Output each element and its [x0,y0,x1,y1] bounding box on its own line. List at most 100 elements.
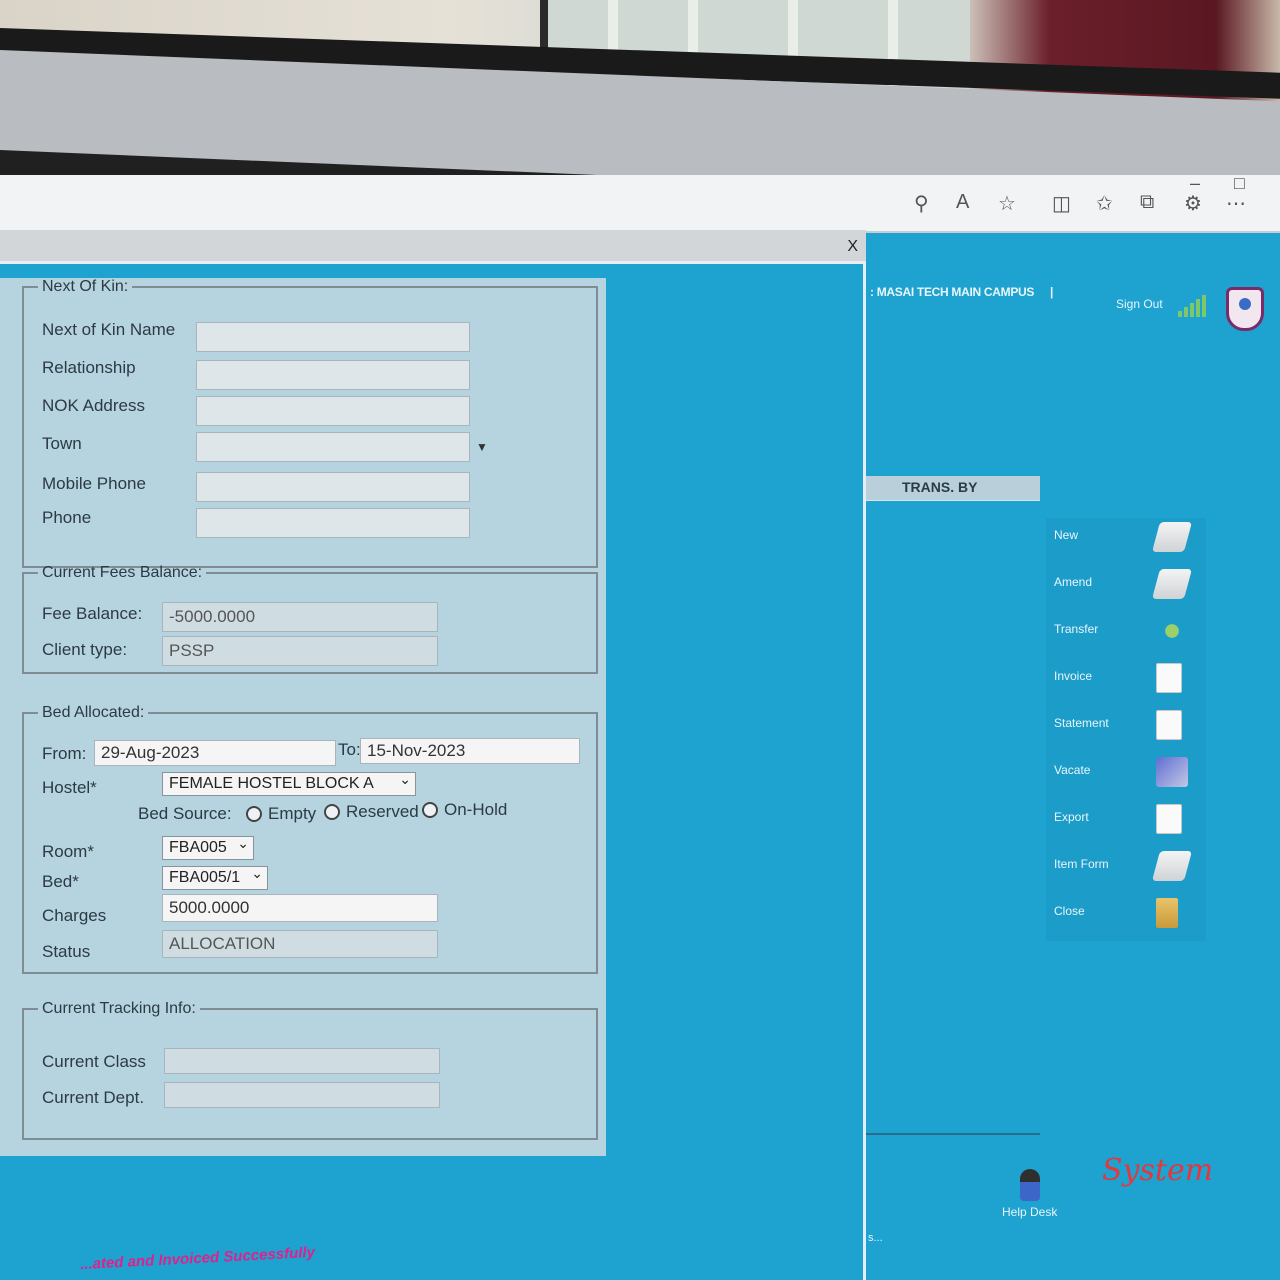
next-of-kin-group: Next Of Kin: Next of Kin Name Relationsh… [22,278,598,568]
relationship-input[interactable] [196,360,470,390]
action-label: Item Form [1054,857,1109,871]
institution-crest-icon [1226,287,1264,331]
document-icon [1156,804,1182,834]
from-date-input[interactable]: 29-Aug-2023 [94,740,336,766]
footer-fragment: s... [868,1232,883,1244]
status-label: Status [42,942,91,961]
action-statement-button[interactable]: Statement [1046,706,1206,753]
help-desk-label: Help Desk [1002,1205,1058,1219]
signal-icon [1178,295,1208,317]
split-screen-icon[interactable]: ◫ [1052,191,1071,216]
bed-source-empty-label: Empty [268,804,317,823]
nok-address-input[interactable] [196,396,470,426]
action-label: Export [1054,810,1089,824]
browser-toolbar: – □ ⚲ A ☆ ◫ ✩ ⧉ ⚙ ⋯ [0,173,1280,233]
app-side-area: : MASAI TECH MAIN CAMPUS | Sign Out TRAN… [866,233,1280,1280]
current-dept-label: Current Dept. [42,1088,145,1107]
room-label: Room* [42,842,94,861]
nok-address-label: NOK Address [42,396,145,415]
status-message: ...ated and Invoiced Successfully [79,1243,316,1274]
nok-name-label: Next of Kin Name [42,320,176,339]
action-amend-button[interactable]: Amend [1046,565,1206,612]
charges-input[interactable]: 5000.0000 [162,894,438,922]
fee-balance-label: Fee Balance: [42,604,143,623]
client-type-field: PSSP [162,636,438,666]
town-dropdown-arrow-icon[interactable]: ▼ [476,440,488,454]
current-dept-field [164,1082,440,1108]
computer-icon [1151,522,1193,552]
help-desk-icon [1019,1169,1040,1201]
bed-allocated-group: Bed Allocated: From: 29-Aug-2023 To: 15-… [22,704,598,974]
divider [866,500,1040,501]
radio-circle-icon [324,804,340,820]
bed-source-reserved-label: Reserved [346,802,419,821]
action-label: Statement [1054,716,1109,730]
phone-input[interactable] [196,508,470,538]
more-icon[interactable]: ⋯ [1226,191,1246,216]
divider [866,1133,1040,1135]
action-item-form-button[interactable]: Item Form [1046,847,1206,894]
action-new-button[interactable]: New [1046,518,1206,565]
screen: – □ ⚲ A ☆ ◫ ✩ ⧉ ⚙ ⋯ : MASAI TECH MAIN CA… [0,173,1280,1280]
to-label: To: [338,740,361,759]
extensions-icon[interactable]: ⚙ [1184,191,1202,216]
town-label: Town [42,434,82,453]
document-icon [1156,663,1182,693]
help-desk-link[interactable]: Help Desk [1002,1169,1057,1219]
bed-label: Bed* [42,872,79,891]
bed-source-empty-radio[interactable] [246,806,262,822]
radio-circle-icon [246,806,262,822]
action-label: Close [1054,904,1085,918]
room-select[interactable]: FBA005 [162,835,254,860]
tracking-info-legend: Current Tracking Info: [42,1000,196,1017]
dialog-titlebar: X [0,230,866,264]
hostel-label: Hostel* [42,778,97,797]
column-header-trans-by: TRANS. BY [866,476,1040,500]
vacate-icon [1156,757,1188,787]
action-transfer-button[interactable]: Transfer [1046,612,1206,659]
systems-logo: System [1102,1153,1214,1188]
dialog-close-button[interactable]: X [847,238,858,256]
read-aloud-icon[interactable]: A [956,191,969,214]
sign-out-link[interactable]: Sign Out [1116,297,1163,311]
key-icon[interactable]: ⚲ [914,191,929,216]
action-invoice-button[interactable]: Invoice [1046,659,1206,706]
form-panel: Next Of Kin: Next of Kin Name Relationsh… [0,278,606,1156]
action-close-button[interactable]: Close [1046,894,1206,941]
action-export-button[interactable]: Export [1046,800,1206,847]
fee-balance-field: -5000.0000 [162,602,438,632]
transfer-icon [1156,616,1188,646]
phone-label: Phone [42,508,92,527]
bed-source-label: Bed Source: [138,804,232,823]
hostel-select[interactable]: FEMALE HOSTEL BLOCK A [162,771,416,796]
action-label: Transfer [1054,622,1099,636]
mobile-phone-label: Mobile Phone [42,474,146,493]
bed-source-reserved-radio[interactable] [324,804,340,820]
from-label: From: [42,744,87,763]
action-menu: New Amend Transfer Invoice Statement Vac… [1046,518,1206,941]
favorite-star-icon[interactable]: ☆ [998,191,1016,216]
bed-source-onhold-radio[interactable] [422,802,438,818]
action-label: Amend [1054,575,1093,589]
mobile-phone-input[interactable] [196,472,470,502]
next-of-kin-legend: Next Of Kin: [42,278,129,295]
radio-circle-icon [422,802,438,818]
bed-allocated-legend: Bed Allocated: [42,704,145,721]
client-type-label: Client type: [42,640,128,659]
to-date-input[interactable]: 15-Nov-2023 [360,738,580,764]
nok-name-input[interactable] [196,322,470,352]
computer-icon [1151,569,1193,599]
town-input[interactable] [196,432,470,462]
relationship-label: Relationship [42,358,136,377]
action-label: New [1054,528,1079,542]
bed-select[interactable]: FBA005/1 [162,865,268,890]
action-label: Vacate [1054,763,1091,777]
bed-source-onhold-label: On-Hold [444,800,508,819]
collections-icon[interactable]: ⧉ [1140,191,1154,214]
header-separator: | [1050,285,1054,299]
favorites-icon[interactable]: ✩ [1096,191,1113,216]
action-vacate-button[interactable]: Vacate [1046,753,1206,800]
current-class-label: Current Class [42,1052,146,1071]
tracking-info-group: Current Tracking Info: Current Class Cur… [22,1000,598,1140]
student-allocation-dialog: X Next Of Kin: Next of Kin Name Relation… [0,230,866,1280]
